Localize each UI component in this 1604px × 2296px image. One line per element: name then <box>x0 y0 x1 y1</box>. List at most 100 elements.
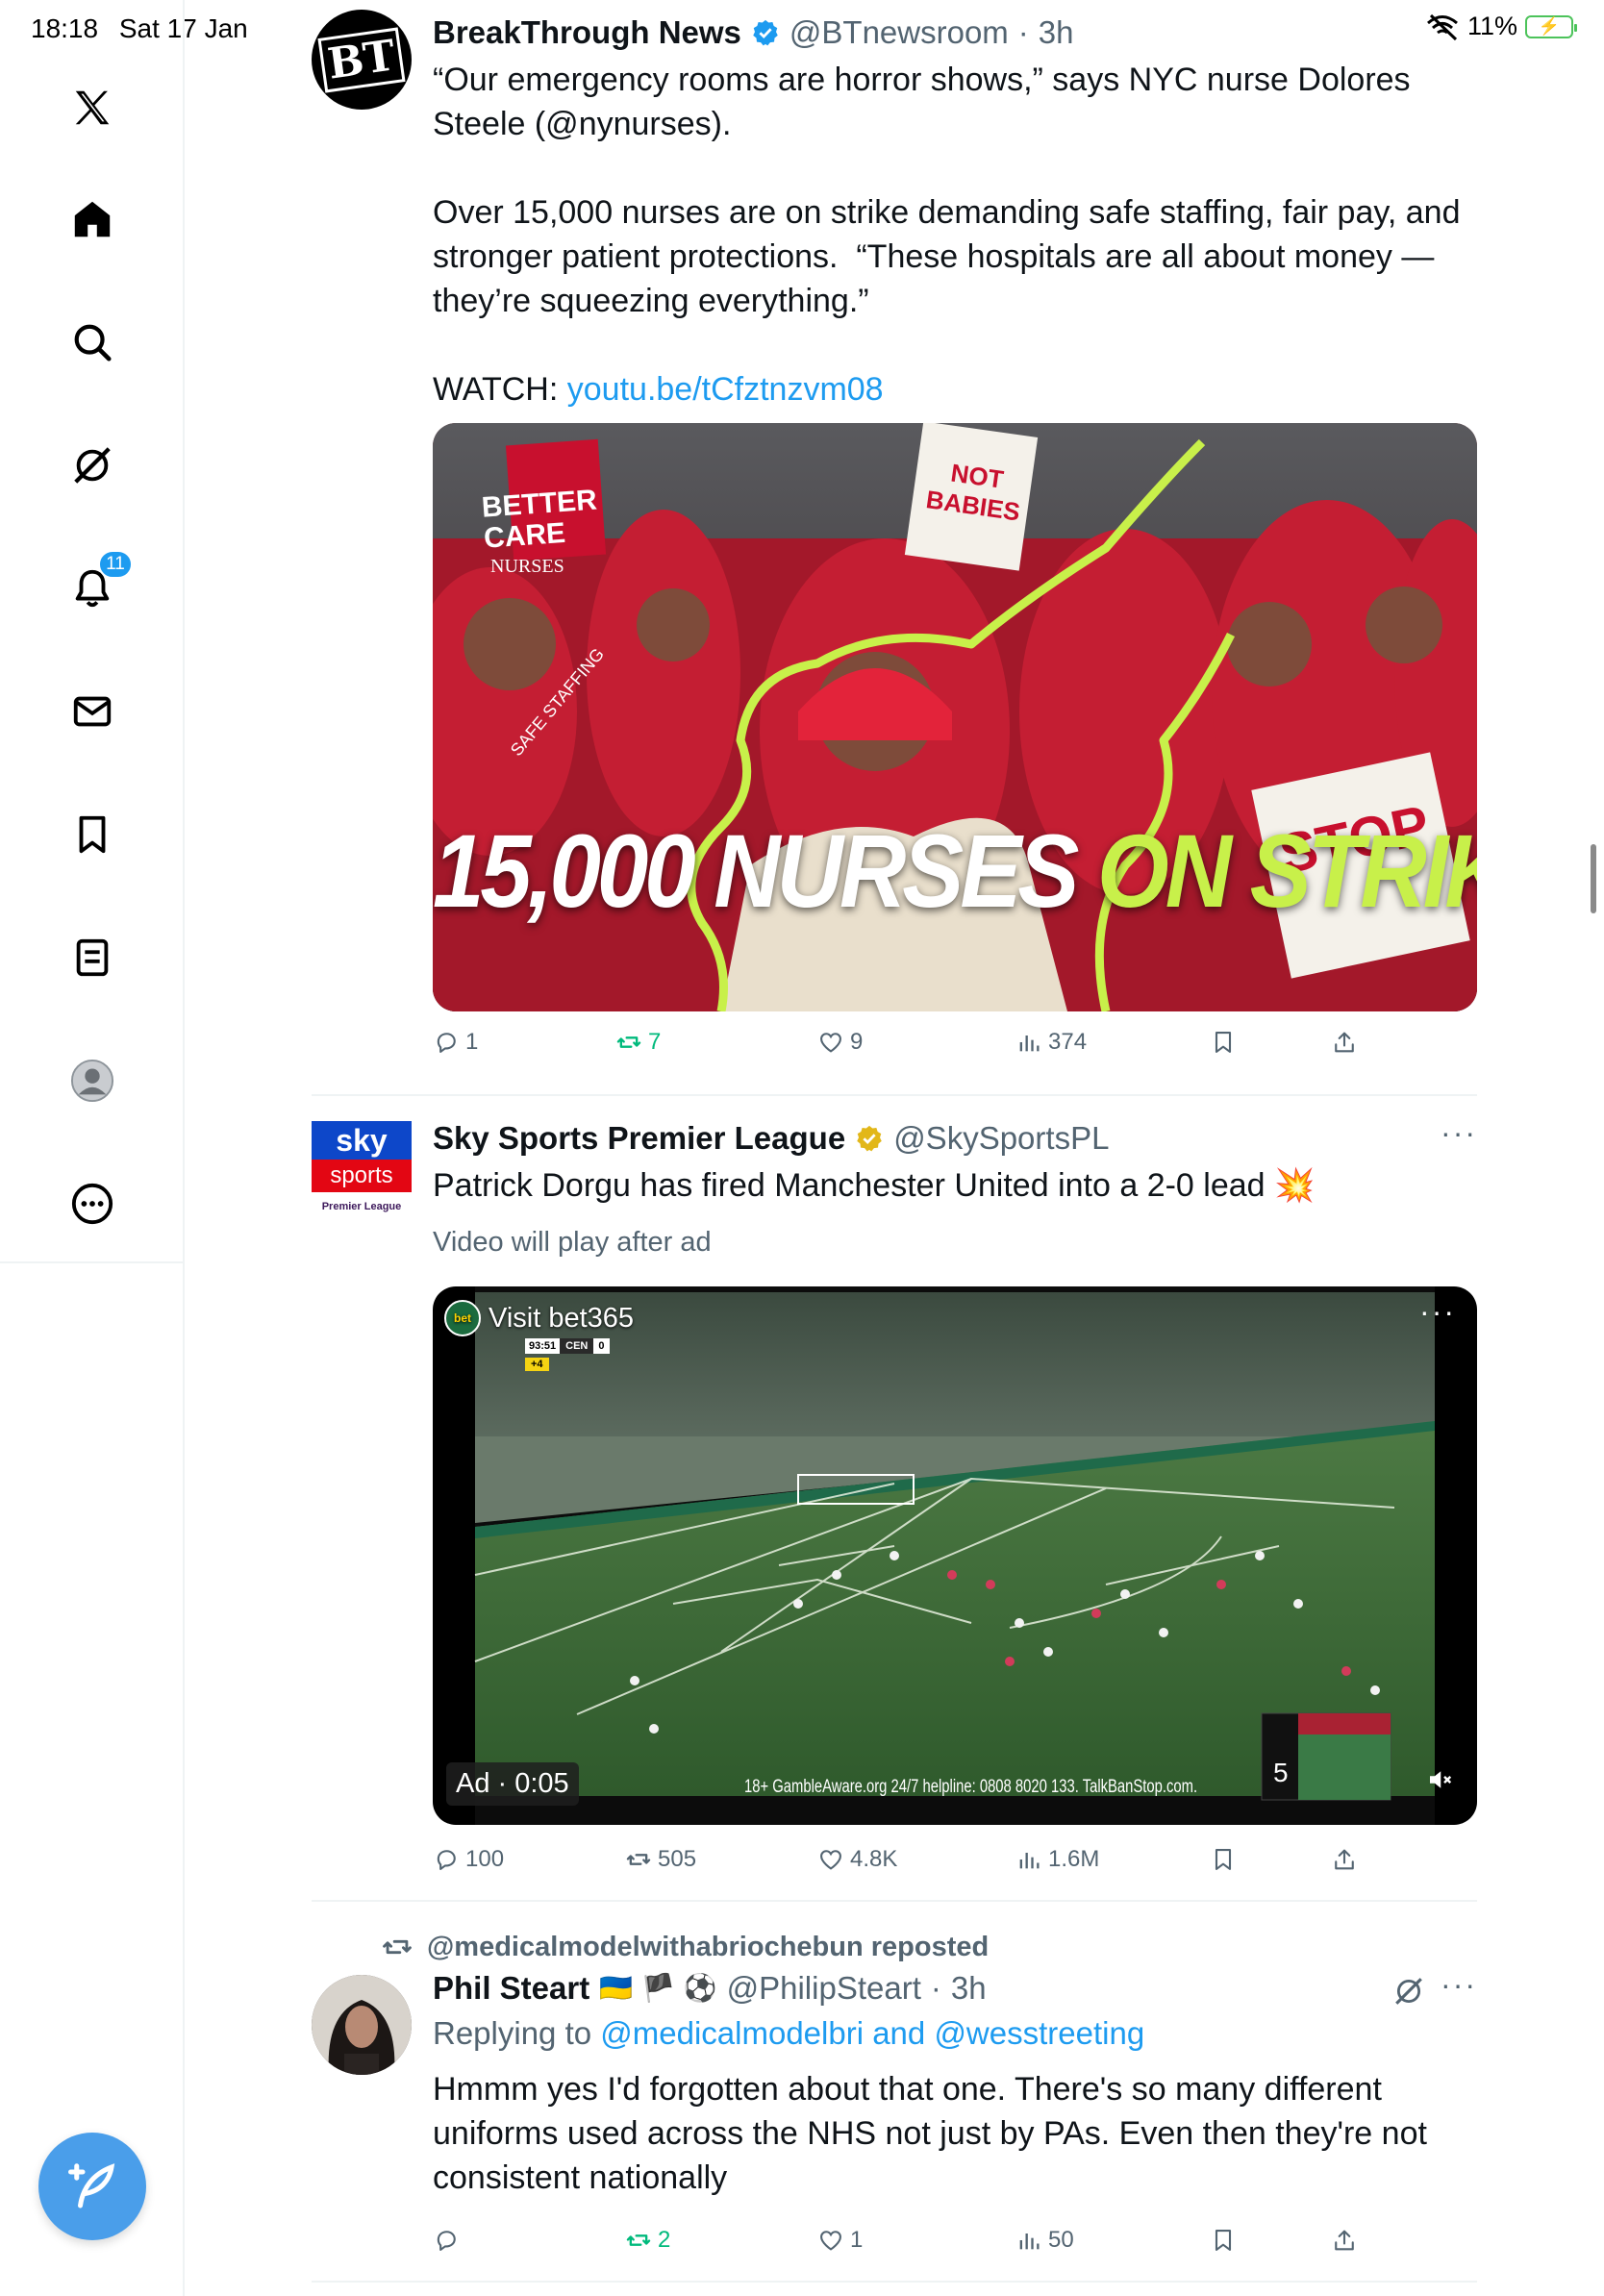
watch-label: WATCH: <box>433 371 567 408</box>
replying-to: Replying to @medicalmodelbri and @wesstr… <box>433 2011 1477 2056</box>
views-button[interactable]: 1.6M <box>1015 1846 1099 1873</box>
repost-icon <box>626 2234 651 2246</box>
football-pitch-illustration <box>474 1286 1435 1825</box>
caption-green: ON STRIKE <box>1097 813 1477 930</box>
tweet-watch-line: WATCH: youtu.be/tCfztnzvm08 <box>433 367 1477 412</box>
reply-icon <box>437 1033 456 1053</box>
repost-button[interactable]: 7 <box>615 1029 661 1056</box>
share-button[interactable] <box>1331 2227 1358 2254</box>
skip-countdown[interactable]: 5 <box>1273 1758 1289 1788</box>
post-time[interactable]: 3h <box>1039 10 1074 56</box>
heart-icon <box>820 1850 841 1870</box>
bookmark-button[interactable] <box>1210 2227 1237 2254</box>
strike-photo[interactable]: BETTER CARE NURSES NOT BABIES STOP SAFE … <box>433 423 1477 1011</box>
bookmark-icon <box>1215 2230 1232 2251</box>
grok-icon[interactable] <box>62 435 123 496</box>
author-name[interactable]: Sky Sports Premier League <box>433 1115 845 1161</box>
views-button[interactable]: 50 <box>1015 2227 1074 2254</box>
compose-feather-icon <box>68 2163 115 2209</box>
home-icon[interactable] <box>62 188 123 250</box>
compose-post-button[interactable] <box>38 2133 146 2240</box>
gamble-aware-notice: 18+ GambleAware.org 24/7 helpline: 0808 … <box>744 1777 1198 1797</box>
sidebar-divider <box>0 1261 185 1263</box>
avatar[interactable] <box>312 1975 412 2075</box>
tweet-divider <box>312 1094 1477 1096</box>
view-count: 374 <box>1048 1029 1088 1055</box>
tweet-phil-steart[interactable]: @medicalmodelwithabriochebun reposted Ph… <box>312 1923 1477 2296</box>
heart-icon <box>820 2231 841 2251</box>
x-logo-icon[interactable] <box>62 77 123 138</box>
bookmarks-icon[interactable] <box>62 804 123 865</box>
notifications-icon[interactable]: 11 <box>62 550 133 619</box>
more-menu-icon[interactable] <box>62 1173 123 1235</box>
avatar-logo-text: BT <box>317 26 406 93</box>
like-button[interactable]: 1 <box>817 2227 863 2254</box>
verified-badge-icon <box>753 19 778 46</box>
sign-better-care: BETTER CARE <box>480 484 598 555</box>
repost-count: 7 <box>648 1029 662 1055</box>
tweet-breakthrough-news[interactable]: BT BreakThrough News @BTnewsroom · 3h “O… <box>312 10 1477 1086</box>
author-handle[interactable]: @PhilipSteart <box>727 1965 921 2011</box>
reply-mention-1[interactable]: @medicalmodelbri <box>600 2015 864 2051</box>
like-button[interactable]: 4.8K <box>817 1846 897 1873</box>
video-player[interactable]: bet Visit bet365 93:51 CEN 0 +4 ··· Ad ·… <box>433 1286 1477 1825</box>
reply-icon <box>437 1850 456 1870</box>
collision-emoji: 💥 <box>1274 1166 1316 1205</box>
author-name[interactable]: BreakThrough News <box>433 10 741 56</box>
search-icon[interactable] <box>62 312 123 373</box>
messages-icon[interactable] <box>62 681 123 742</box>
share-button[interactable] <box>1331 1029 1358 1056</box>
repost-context[interactable]: @medicalmodelwithabriochebun reposted <box>381 1931 989 1963</box>
visit-bet365-link[interactable]: Visit bet365 <box>489 1303 634 1335</box>
bet365-logo-icon: bet <box>444 1300 481 1336</box>
reply-button[interactable]: 100 <box>433 1846 504 1873</box>
profile-icon[interactable] <box>62 1050 123 1111</box>
added-time: +4 <box>525 1358 549 1371</box>
video-more-button[interactable]: ··· <box>1419 1294 1456 1330</box>
mute-icon[interactable] <box>1425 1765 1454 1794</box>
youtube-link[interactable]: youtu.be/tCfztnzvm08 <box>567 371 884 408</box>
heart-icon <box>820 1033 841 1053</box>
lists-icon[interactable] <box>62 927 123 988</box>
tweet-actions: 1 7 9 374 <box>312 1029 1477 1067</box>
author-name[interactable]: Phil Steart <box>433 1965 589 2011</box>
match-clock: 93:51 <box>525 1338 561 1354</box>
tweet-text-paragraph-2: Over 15,000 nurses are on strike demandi… <box>433 194 1469 319</box>
avatar[interactable]: sky sports Premier League <box>312 1121 412 1221</box>
repost-icon <box>616 1036 641 1048</box>
team-score: 0 <box>593 1338 610 1354</box>
view-count: 50 <box>1048 2227 1074 2253</box>
reply-button[interactable]: 1 <box>433 1029 478 1056</box>
view-count: 1.6M <box>1048 1846 1100 1872</box>
repost-label[interactable]: @medicalmodelwithabriochebun reposted <box>427 1932 989 1963</box>
repost-button[interactable]: 505 <box>625 1846 696 1873</box>
bookmark-icon <box>1215 1849 1232 1870</box>
views-button[interactable]: 374 <box>1015 1029 1087 1056</box>
repost-count: 505 <box>658 1846 697 1872</box>
repost-count: 2 <box>658 2227 671 2253</box>
share-icon <box>1335 1032 1354 1053</box>
reply-mention-2[interactable]: @wesstreeting <box>934 2015 1144 2051</box>
grok-explain-icon[interactable] <box>1392 1975 1425 2008</box>
avatar[interactable]: BT <box>312 10 412 110</box>
reply-count: 1 <box>465 1029 479 1055</box>
reply-button[interactable] <box>433 2227 465 2254</box>
more-options-button[interactable]: ··· <box>1441 1115 1477 1151</box>
repost-button[interactable]: 2 <box>625 2227 670 2254</box>
tweet-text: Hmmm yes I'd forgotten about that one. T… <box>433 2071 1437 2196</box>
tweet-sky-sports[interactable]: sky sports Premier League Sky Sports Pre… <box>312 1115 1477 1884</box>
post-time[interactable]: 3h <box>951 1965 987 2011</box>
bookmark-button[interactable] <box>1210 1846 1237 1873</box>
reply-count: 100 <box>465 1846 505 1872</box>
like-button[interactable]: 9 <box>817 1029 863 1056</box>
ad-timer: Ad · 0:05 <box>446 1762 579 1806</box>
author-handle[interactable]: @SkySportsPL <box>893 1115 1109 1161</box>
more-options-button[interactable]: ··· <box>1441 1967 1477 2003</box>
ad-advertiser[interactable]: bet Visit bet365 <box>444 1300 634 1336</box>
avatar-photo <box>312 1975 412 2075</box>
share-button[interactable] <box>1331 1846 1358 1873</box>
scrollbar[interactable] <box>1591 844 1596 913</box>
author-handle[interactable]: @BTnewsroom <box>789 10 1009 56</box>
bookmark-button[interactable] <box>1210 1029 1237 1056</box>
tweet-actions: 2 1 50 <box>312 2227 1477 2265</box>
